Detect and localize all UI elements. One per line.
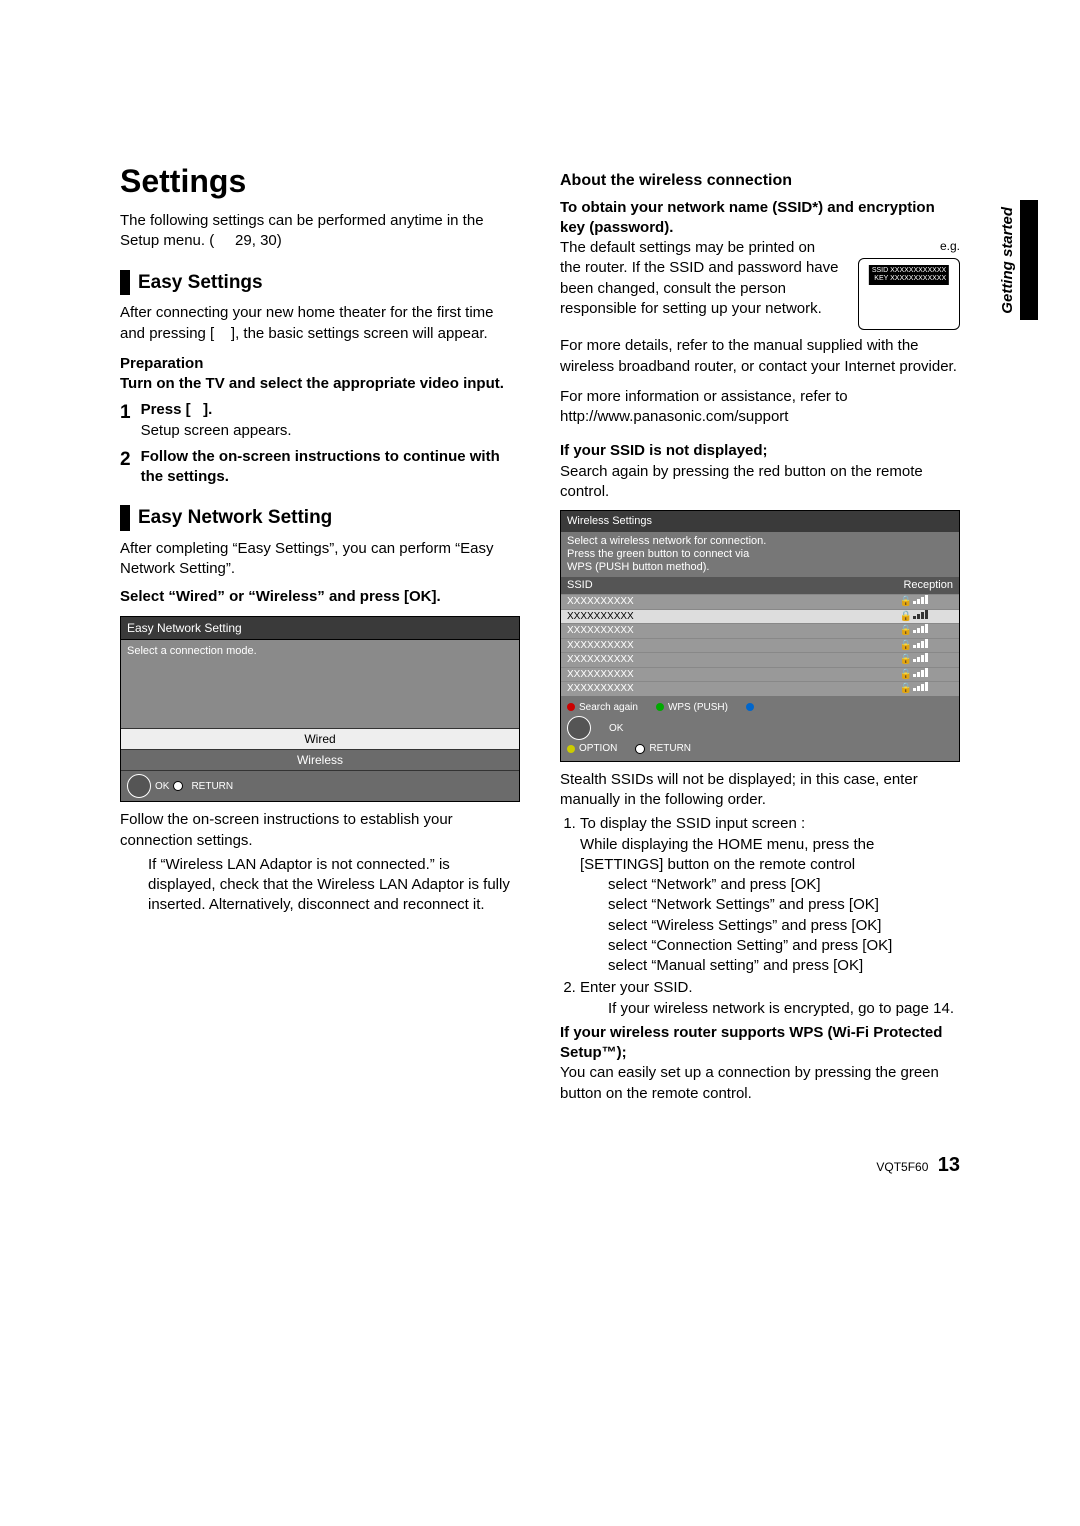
blue-dot-icon — [746, 703, 754, 711]
ui-wireless-row: Wireless — [121, 749, 519, 770]
red-dot-icon — [567, 703, 575, 711]
nav-return: RETURN — [191, 780, 233, 794]
content-columns: Settings The following settings can be p… — [120, 160, 960, 1104]
manual-step-1: To display the SSID input screen : While… — [580, 814, 960, 976]
more-info: For more information or assistance, refe… — [560, 387, 960, 428]
ws-head-recep: Reception — [903, 578, 953, 593]
step-1-num: 1 — [120, 400, 131, 441]
router-key: KEY XXXXXXXXXXXX — [874, 275, 946, 282]
lock-icon: 🔒 — [899, 682, 913, 696]
right-column: About the wireless connection To obtain … — [560, 160, 960, 1104]
ws-row: XXXXXXXXXX 🔒 — [561, 652, 959, 667]
page: Getting started Settings The following s… — [0, 0, 1080, 1257]
ws-row: XXXXXXXXXX 🔒 — [561, 623, 959, 638]
more-details: For more details, refer to the manual su… — [560, 336, 960, 377]
ws-title: Wireless Settings — [561, 511, 959, 532]
doc-code: VQT5F60 — [876, 1160, 928, 1174]
signal-icon — [913, 668, 928, 677]
easy-network-heading: Easy Network Setting — [120, 505, 520, 531]
if-ssid-bold: If your SSID is not displayed; — [560, 441, 960, 461]
ws-header: SSID Reception — [561, 577, 959, 594]
signal-icon — [913, 610, 928, 619]
side-tab: Getting started — [999, 200, 1038, 320]
page-title: Settings — [120, 160, 520, 203]
left-column: Settings The following settings can be p… — [120, 160, 520, 1104]
select-mode-bold: Select “Wired” or “Wireless” and press [… — [120, 587, 520, 607]
manual-steps: To display the SSID input screen : While… — [560, 814, 960, 1019]
preparation-label: Preparation — [120, 354, 520, 374]
step-2-num: 2 — [120, 447, 131, 488]
green-dot-icon — [656, 703, 664, 711]
stealth-text: Stealth SSIDs will not be displayed; in … — [560, 770, 960, 811]
ws-instr: Select a wireless network for connection… — [561, 532, 959, 578]
easy-settings-para: After connecting your new home theater f… — [120, 303, 520, 344]
wps-text: You can easily set up a connection by pr… — [560, 1063, 960, 1104]
easy-settings-heading: Easy Settings — [120, 270, 520, 296]
intro-text: The following settings can be performed … — [120, 211, 520, 252]
ws-row: XXXXXXXXXX 🔒 — [561, 638, 959, 653]
signal-icon — [913, 595, 928, 604]
return-dot-icon — [173, 781, 183, 791]
side-tab-label: Getting started — [999, 207, 1016, 314]
wps-bold: If your wireless router supports WPS (Wi… — [560, 1023, 960, 1064]
ws-footer: Search again WPS (PUSH) OK OPTION RETURN — [561, 696, 959, 761]
preparation-text: Turn on the TV and select the appropriat… — [120, 374, 520, 394]
page-number: 13 — [938, 1154, 960, 1176]
step-1-bold: Press [ ]. — [141, 401, 213, 418]
router-ssid: SSID XXXXXXXXXXXX — [872, 267, 946, 274]
nav-ok: OK — [155, 780, 169, 794]
search-again-text: Search again by pressing the red button … — [560, 462, 960, 503]
obtain-bold: To obtain your network name (SSID*) and … — [560, 198, 960, 239]
page-footer: VQT5F60 13 — [120, 1154, 960, 1177]
signal-icon — [913, 624, 928, 633]
ws-head-ssid: SSID — [567, 578, 903, 593]
ws-row-selected: XXXXXXXXXX 🔒 — [561, 609, 959, 624]
ui-title: Easy Network Setting — [121, 617, 519, 640]
step-2: 2 Follow the on-screen instructions to c… — [120, 447, 520, 488]
lock-icon: 🔒 — [899, 653, 913, 667]
easy-network-para: After completing “Easy Settings”, you ca… — [120, 539, 520, 580]
step-1: 1 Press [ ]. Setup screen appears. — [120, 400, 520, 441]
lock-icon: 🔒 — [899, 668, 913, 682]
ui-wired-row: Wired — [121, 728, 519, 749]
ws-row: XXXXXXXXXX 🔒 — [561, 667, 959, 682]
wlan-note: If “Wireless LAN Adaptor is not connecte… — [148, 855, 520, 916]
ws-row: XXXXXXXXXX 🔒 — [561, 681, 959, 696]
lock-icon: 🔒 — [899, 610, 913, 624]
yellow-dot-icon — [567, 745, 575, 753]
step-2-bold: Follow the on-screen instructions to con… — [141, 448, 500, 485]
signal-icon — [913, 653, 928, 662]
wireless-settings-ui: Wireless Settings Select a wireless netw… — [560, 510, 960, 762]
router-figure: e.g. SSID XXXXXXXXXXXX KEY XXXXXXXXXXXX — [840, 238, 960, 330]
white-dot-icon — [635, 744, 645, 754]
manual-step-2: Enter your SSID. If your wireless networ… — [580, 978, 960, 1019]
eg-label: e.g. — [940, 239, 960, 253]
signal-icon — [913, 639, 928, 648]
ui-nav: OK RETURN — [121, 770, 519, 801]
step-1-text: Setup screen appears. — [141, 422, 292, 439]
follow-text: Follow the on-screen instructions to est… — [120, 810, 520, 851]
ui-body: Select a connection mode. — [121, 640, 519, 728]
nav-disc-icon — [127, 774, 151, 798]
router-icon: SSID XXXXXXXXXXXX KEY XXXXXXXXXXXX — [858, 258, 960, 330]
lock-icon: 🔒 — [899, 639, 913, 653]
connection-mode-ui: Easy Network Setting Select a connection… — [120, 616, 520, 803]
signal-icon — [913, 682, 928, 691]
lock-icon: 🔒 — [899, 624, 913, 638]
nav-disc-icon — [567, 716, 591, 740]
ws-row: XXXXXXXXXX 🔒 — [561, 594, 959, 609]
lock-icon: 🔒 — [899, 595, 913, 609]
wireless-heading: About the wireless connection — [560, 170, 960, 192]
